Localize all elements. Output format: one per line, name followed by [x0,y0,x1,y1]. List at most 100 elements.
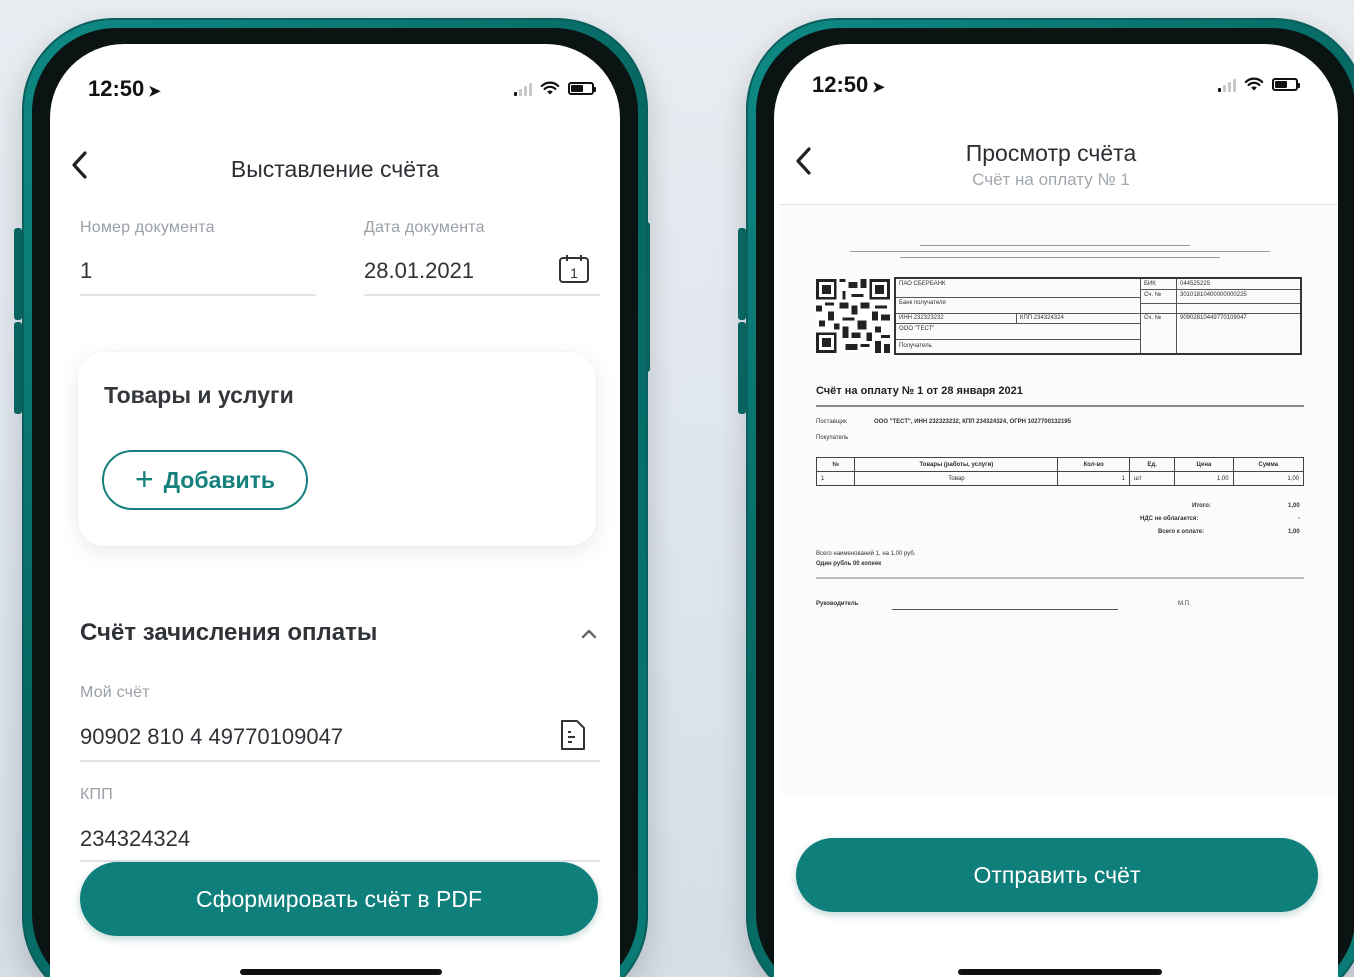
add-goods-button[interactable]: + Добавить [102,450,308,510]
field-underline [364,294,600,296]
due-label: Всего к оплате: [1158,529,1205,535]
goods-table: № Товары (работы, услуги) Кол-во Ед. Цена Сум… [815,457,1305,486]
doc-inn: ИНН 232323232 [899,315,944,321]
phone-bezel: 12:50 ➤ Выставление счёта Номер документ… [32,28,638,977]
volume-button [14,322,22,414]
field-underline [80,294,316,296]
send-invoice-button[interactable]: Отправить счёт [796,838,1318,912]
vat-value: - [1298,516,1300,522]
volume-button [14,228,22,320]
buyer-label: Покупатель [816,435,849,441]
page-subtitle: Счёт на оплату № 1 [972,170,1130,189]
home-indicator [240,969,442,975]
goods-table-header: № Товары (работы, услуги) Кол-во Ед. Цена Сум… [815,457,1305,472]
doc-number-field[interactable]: 1 [80,258,92,284]
doc-kpp: КПП 234324324 [1020,315,1064,321]
payment-account-section-title: Счёт зачисления оплаты [80,619,378,646]
generate-pdf-button[interactable]: Сформировать счёт в PDF [80,862,598,936]
grid-line [1140,279,1141,353]
status-bar: 12:50 ➤ [50,74,620,104]
account-field[interactable]: 90902 810 4 49770109047 [80,724,343,750]
bank-name: ПАО СБЕРБАНК [899,281,946,287]
goods-table-header-cell: Товары (работы, услуги) [854,457,1059,472]
home-indicator [958,969,1162,975]
calendar-day: 1 [570,265,578,281]
doc-date-label: Дата документа [364,219,485,236]
goods-table-cell: 1,00 [1174,471,1234,486]
phone-right: 12:50 ➤ Просмотр счёта Счёт на оплату № … [746,18,1354,977]
document-icon[interactable] [558,718,588,752]
bik-label: БИК [1144,281,1156,287]
status-time: 12:50 [88,76,145,101]
bank-recipient-label: Банк получателя [899,300,946,306]
status-icons [1218,76,1300,92]
supplier-label: Поставщик [816,419,847,425]
plus-icon: + [134,460,154,497]
goods-table-cell: 1,00 [1232,471,1305,486]
grid-line [1016,313,1017,323]
page-title: Выставление счёта [230,156,440,182]
goods-table-cell: Товар [854,471,1059,486]
battery-icon [568,81,596,95]
supplier-value: ООО "ТЕСТ", ИНН 232323232, КПП 234324324… [874,419,1071,425]
recipient-label: Получатель [899,343,932,349]
grid-line [1140,303,1300,304]
acc-value-1: 30101810400000000225 [1180,292,1247,298]
goods-table-header-cell: Сумма [1232,457,1305,472]
volume-button [738,322,746,414]
doc-date-field[interactable]: 28.01.2021 [364,258,474,284]
wifi-icon [1244,77,1264,91]
battery-icon [1272,77,1300,91]
goods-table-header-cell: Ед. [1129,457,1176,472]
doc-org: ООО "ТЕСТ" [899,326,935,332]
goods-table-cell: 1 [815,471,856,486]
kpp-field[interactable]: 234324324 [80,826,190,852]
grid-line [896,339,1140,340]
invoice-document-preview[interactable]: ПАО СБЕРБАНК Банк получателя ИНН 2323232… [780,204,1338,794]
total-label: Итого: [1192,503,1211,509]
notice-line [850,251,1270,252]
signal-icon [1218,76,1236,92]
grid-line [896,297,1140,298]
phone-left: 12:50 ➤ Выставление счёта Номер документ… [22,18,648,977]
grid-line [1140,289,1300,290]
acc-label-2: Сч. № [1144,315,1162,321]
grid-line [896,323,1140,324]
invoice-form-screen: 12:50 ➤ Выставление счёта Номер документ… [50,44,620,977]
bik-value: 044525225 [1180,281,1211,287]
status-icons [514,80,596,96]
goods-table-row: 1 Товар 1 шт 1,00 1,00 [815,471,1305,486]
location-arrow-icon: ➤ [148,83,161,100]
acc-label-1: Сч. № [1144,292,1162,298]
invoice-title: Счёт на оплату № 1 от 28 января 2021 [816,385,1023,397]
volume-button [738,228,746,320]
bank-details-table: ПАО СБЕРБАНК Банк получателя ИНН 2323232… [894,277,1302,355]
divider [816,577,1304,579]
status-bar: 12:50 ➤ [774,70,1338,100]
goods-table-header-cell: Цена [1174,457,1234,472]
goods-table-cell: 1 [1057,471,1131,486]
summary-words: Один рубль 00 копеек [816,561,882,567]
phone-bezel: 12:50 ➤ Просмотр счёта Счёт на оплату № … [756,28,1354,977]
doc-number-label: Номер документа [80,219,215,236]
goods-table-cell: шт [1129,471,1176,486]
goods-services-title: Товары и услуги [104,382,294,408]
grid-line [1140,313,1300,314]
status-time-group: 12:50 ➤ [812,72,885,98]
kpp-label: КПП [80,786,113,803]
goods-table-header-cell: Кол-во [1057,457,1131,472]
status-time: 12:50 [812,72,869,97]
qr-code [816,279,890,353]
summary-line: Всего наименований 1, на 1,00 руб. [816,551,916,557]
chevron-up-icon[interactable] [580,627,598,639]
field-underline [80,760,600,762]
divider [816,405,1304,407]
stamp-label: М.П. [1178,601,1191,607]
goods-table-header-cell: № [815,457,856,472]
notice-line [900,257,1220,258]
due-value: 1,00 [1288,529,1300,535]
location-arrow-icon: ➤ [872,79,885,96]
add-goods-label: Добавить [163,466,276,493]
signal-icon [514,80,532,96]
calendar-icon[interactable]: 1 [558,254,590,284]
